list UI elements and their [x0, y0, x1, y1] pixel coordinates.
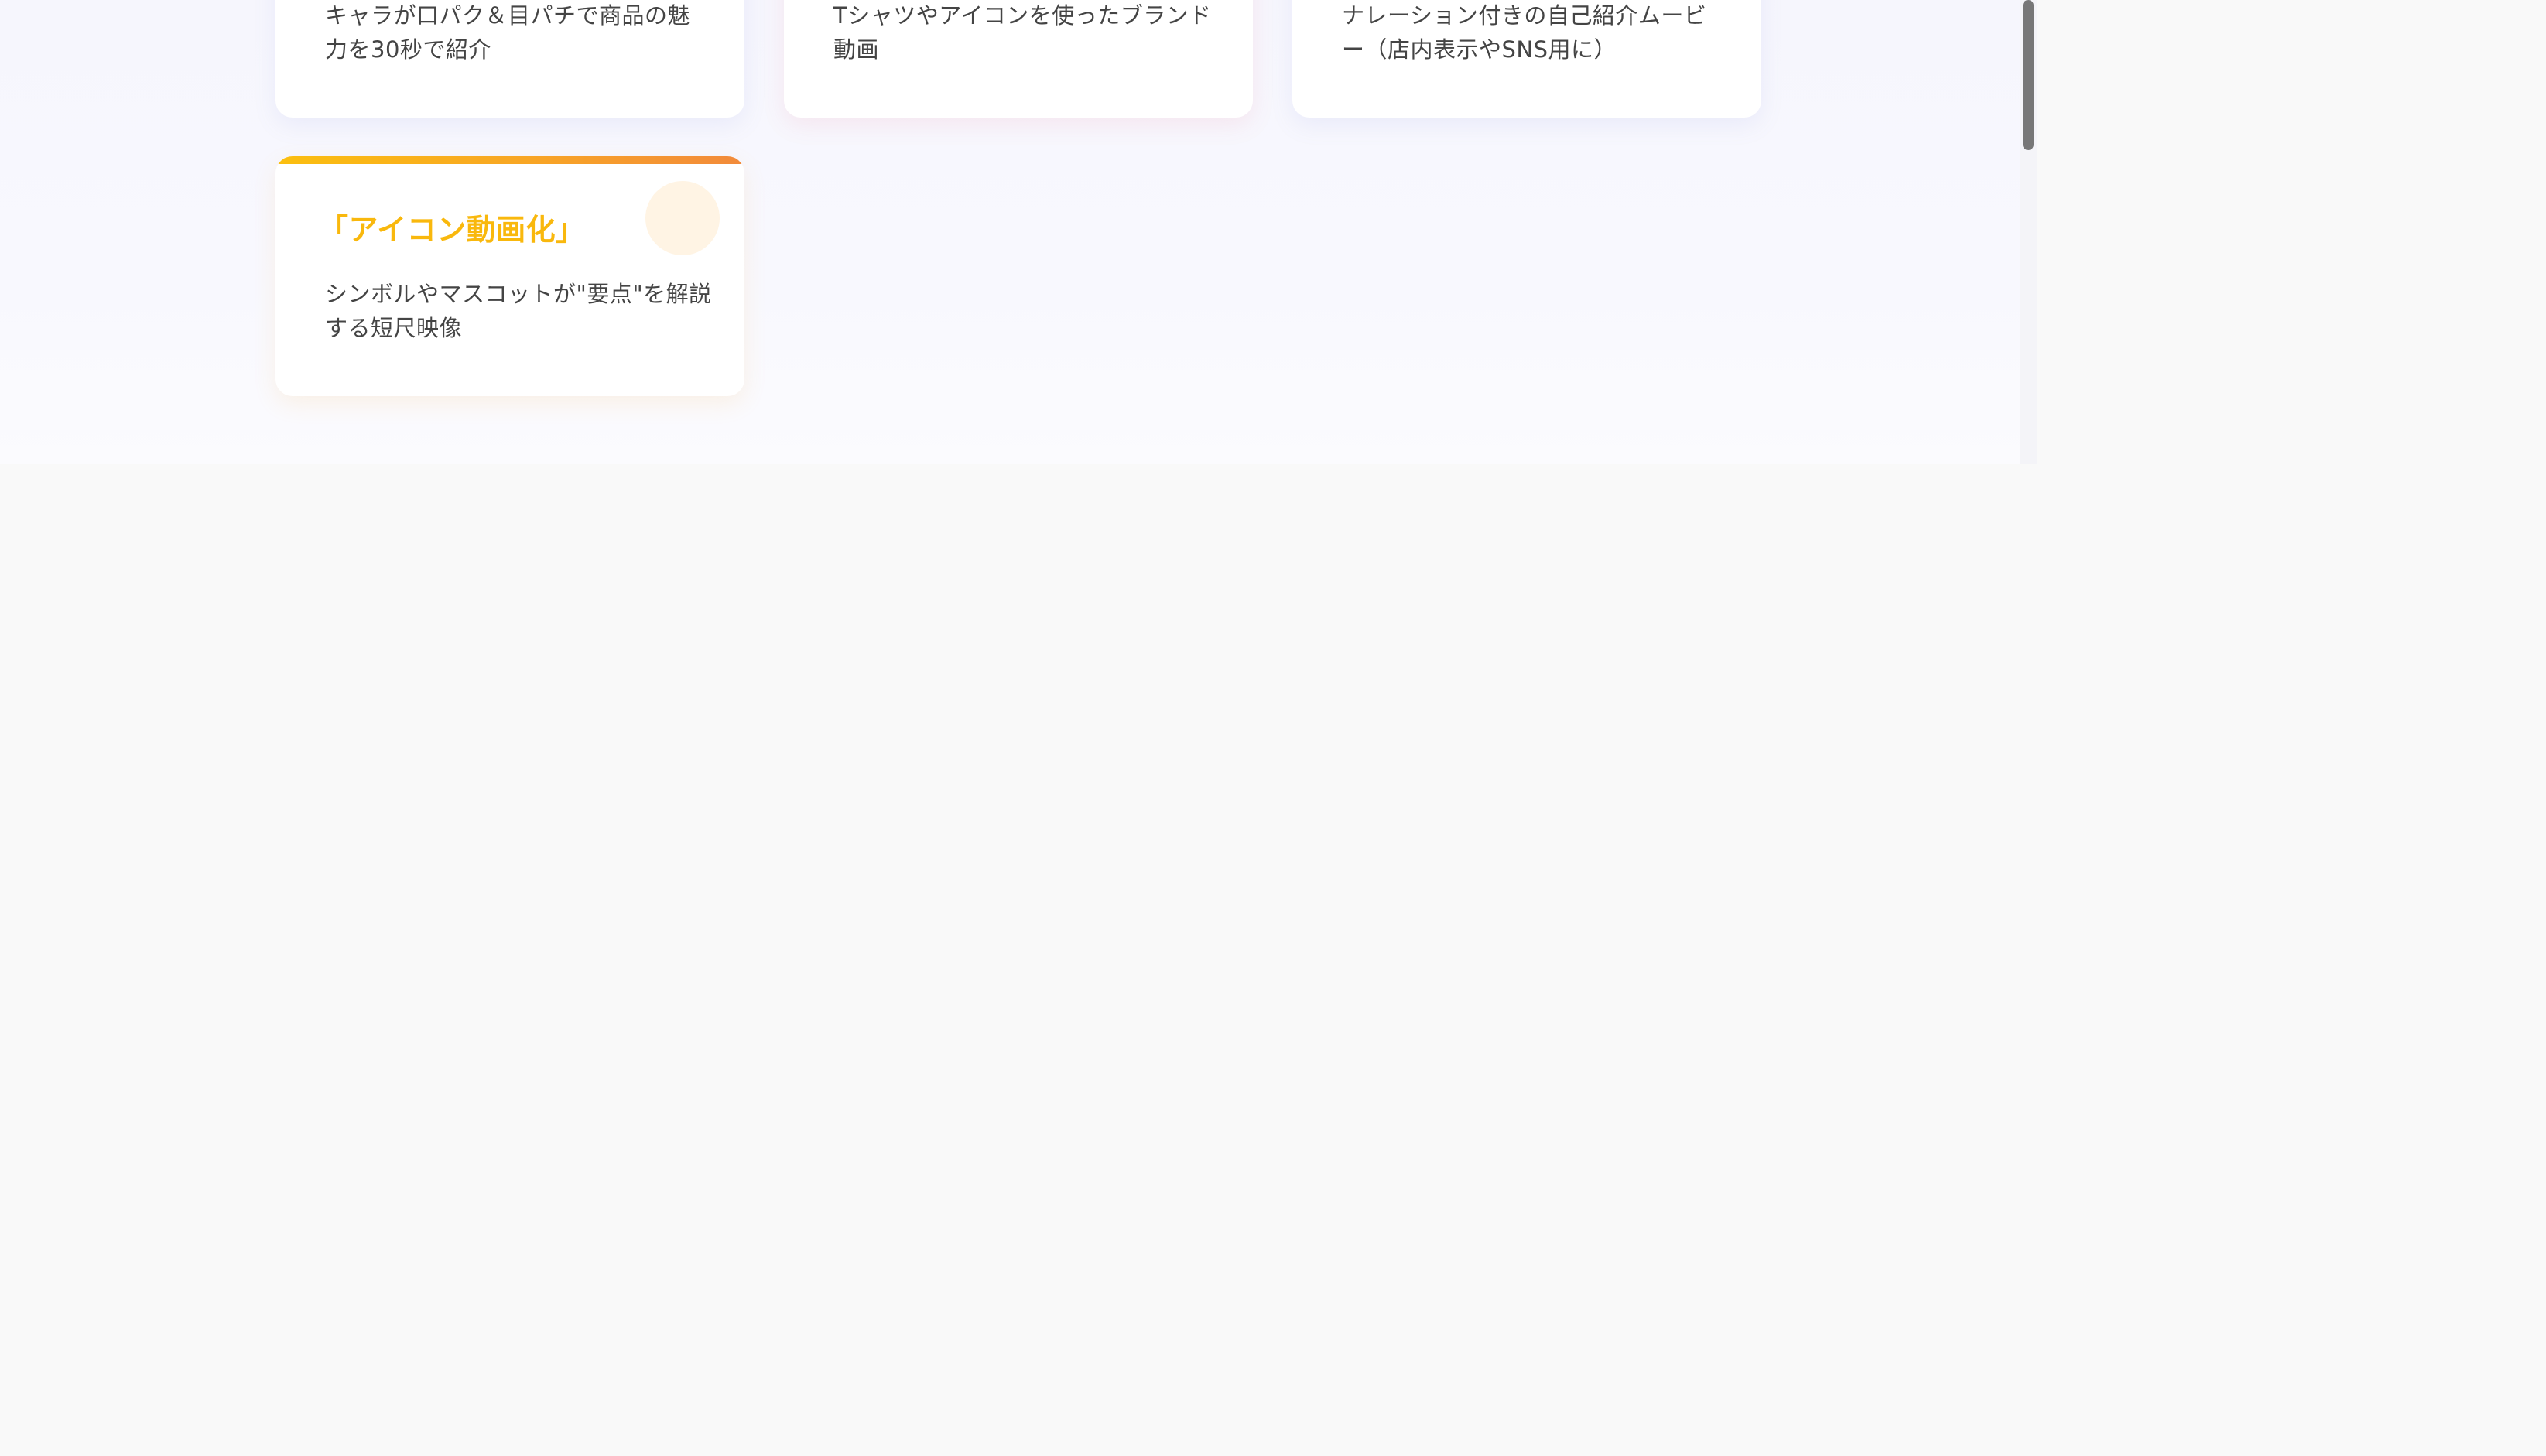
- service-card-icon-animation: 「アイコン動画化」 シンボルやマスコットが"要点"を解説する短尺映像: [275, 156, 744, 396]
- card-accent-bar: [275, 156, 744, 164]
- scrollbar-thumb[interactable]: [2023, 0, 2034, 150]
- card-description: シンボルやマスコットが"要点"を解説する短尺映像: [325, 281, 712, 341]
- card-description: キャラが口パク＆目パチで商品の魅力を30秒で紹介: [325, 2, 691, 63]
- service-card-2: Tシャツやアイコンを使ったブランド動画: [784, 0, 1253, 118]
- content-frame: キャラが口パク＆目パチで商品の魅力を30秒で紹介 Tシャツやアイコンを使ったブラ…: [0, 0, 2037, 464]
- card-description: Tシャツやアイコンを使ったブランド動画: [833, 2, 1212, 63]
- card-description: ナレーション付きの自己紹介ムービー（店内表示やSNS用に）: [1342, 2, 1707, 63]
- circle-decoration-icon: [645, 181, 720, 255]
- service-card-3: ナレーション付きの自己紹介ムービー（店内表示やSNS用に）: [1292, 0, 1761, 118]
- card-title: 「アイコン動画化」: [319, 214, 586, 247]
- service-card-1: キャラが口パク＆目パチで商品の魅力を30秒で紹介: [275, 0, 744, 118]
- page: キャラが口パク＆目パチで商品の魅力を30秒で紹介 Tシャツやアイコンを使ったブラ…: [0, 0, 2546, 1456]
